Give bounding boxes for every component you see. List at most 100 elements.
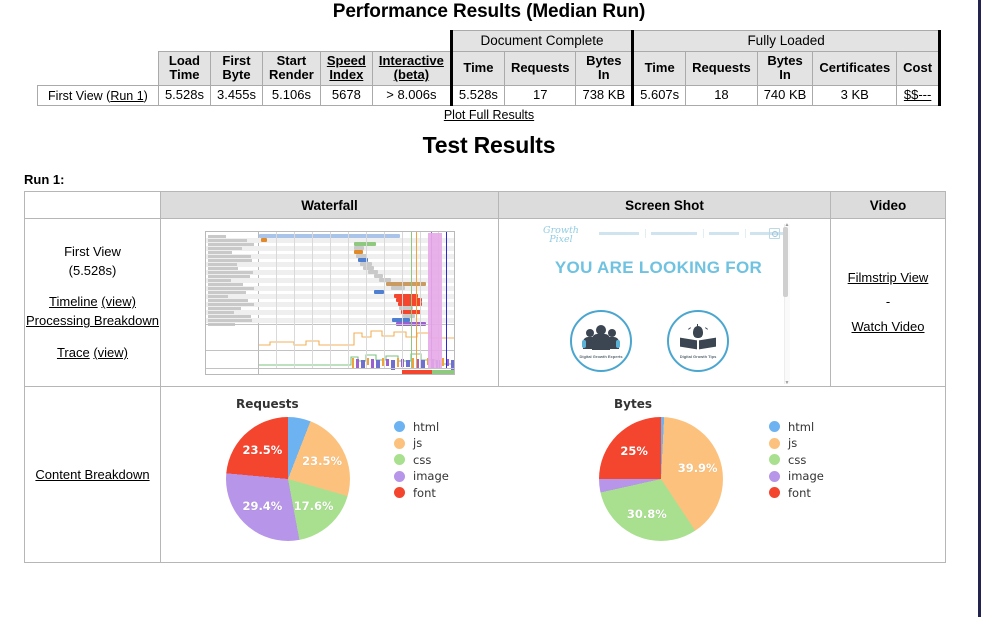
col-fl-bytes-in-l2: In	[779, 67, 791, 83]
row-label-run-link[interactable]: Run 1	[110, 89, 143, 103]
nav-divider-2	[703, 229, 704, 239]
col-start-render-l1: Start	[276, 52, 307, 68]
legend-item[interactable]: css	[394, 451, 449, 468]
timeline-view-link[interactable]: (view)	[101, 294, 136, 309]
legend-label: image	[788, 469, 824, 484]
col-first-byte: First Byte	[209, 50, 264, 87]
screenshot-scrollbar[interactable]	[783, 224, 790, 385]
legend-label: font	[413, 485, 436, 500]
col-fl-bytes-in-l1: Bytes	[767, 52, 803, 68]
screenshot-thumbnail[interactable]: Growth Pixel YOU ARE LOOKING FOR Digital…	[537, 222, 792, 387]
col-start-render-l2: Render	[269, 67, 314, 83]
blank-corner-2	[37, 51, 159, 86]
performance-results-table: Document Complete Fully Loaded Load Time…	[36, 30, 942, 107]
site-logo: Growth Pixel	[543, 226, 579, 245]
first-view-time: (5.528s)	[68, 262, 117, 278]
waterfall-gridline	[275, 231, 277, 368]
waterfall-activity-tick	[360, 359, 365, 368]
filmstrip-view-link[interactable]: Filmstrip View	[848, 270, 929, 285]
legend-item[interactable]: html	[769, 418, 824, 435]
nav-divider-1	[645, 229, 646, 239]
legend-item[interactable]: css	[769, 451, 824, 468]
waterfall-gridline	[329, 231, 331, 368]
trace-link[interactable]: Trace	[57, 345, 90, 360]
content-breakdown-row: Content Breakdown Requests 23.5% 17.6% 2…	[24, 386, 946, 564]
legend-item[interactable]: js	[769, 435, 824, 452]
requests-pie-title: Requests	[236, 397, 299, 412]
waterfall-highlight-band	[427, 232, 442, 368]
waterfall-activity-tick	[355, 358, 359, 368]
scrollbar-thumb[interactable]	[783, 227, 788, 298]
run-label: Run 1:	[24, 172, 65, 188]
col-speed-index-l2[interactable]: Index	[329, 67, 363, 82]
trace-view-link[interactable]: (view)	[93, 345, 128, 360]
nav-item-3	[709, 232, 739, 236]
waterfall-footer-green	[431, 369, 454, 374]
legend-item[interactable]: image	[769, 468, 824, 485]
col-interactive-l2[interactable]: (beta)	[394, 67, 429, 82]
bytes-slice-label-js: 39.9%	[677, 461, 718, 476]
plot-full-results-wrap: Plot Full Results	[29, 106, 949, 122]
cell-interactive: > 8.006s	[371, 85, 452, 107]
col-interactive-l1[interactable]: Interactive	[379, 53, 444, 68]
requests-slice-label-font: 23.5%	[242, 443, 283, 458]
plot-full-results-link[interactable]: Plot Full Results	[444, 108, 534, 122]
col-dc-bytes-in: Bytes In	[575, 50, 634, 87]
col-speed-index-l1[interactable]: Speed	[327, 53, 366, 68]
table-group-header-row: Document Complete Fully Loaded	[37, 30, 942, 52]
processing-breakdown-row: Processing Breakdown	[25, 312, 160, 331]
legend-item[interactable]: image	[394, 468, 449, 485]
waterfall-footer-red	[401, 369, 432, 374]
cell-dc-bytes-in: 738 KB	[575, 85, 634, 107]
pie-charts-container: Requests 23.5% 17.6% 29.4% 23.5% html js c…	[161, 387, 945, 562]
scroll-down-arrow[interactable]: ▼	[785, 380, 790, 386]
legend-color-dot	[769, 437, 780, 449]
content-breakdown-label-cell: Content Breakdown	[24, 386, 161, 564]
cell-load-time: 5.528s	[157, 85, 211, 107]
legend-item[interactable]: font	[769, 484, 824, 501]
waterfall-event-line	[415, 231, 417, 368]
waterfall-event-line	[410, 231, 412, 368]
legend-label: html	[788, 419, 815, 434]
content-breakdown-link[interactable]: Content Breakdown	[35, 467, 149, 482]
requests-slice-label-css: 17.6%	[293, 499, 334, 514]
nav-item-1	[599, 232, 639, 236]
table-column-header-row: Load Time First Byte Start Render Speed …	[37, 50, 942, 87]
legend-color-dot	[769, 454, 780, 466]
nav-item-2	[651, 232, 697, 236]
legend-item[interactable]: font	[394, 484, 449, 501]
bytes-pie-chart	[599, 417, 723, 542]
scroll-up-arrow[interactable]: ▲	[785, 222, 790, 228]
watch-video-link[interactable]: Watch Video	[852, 319, 925, 334]
screenshot-cell[interactable]: Growth Pixel YOU ARE LOOKING FOR Digital…	[498, 218, 831, 388]
col-fl-time: Time	[631, 50, 687, 87]
legend-item[interactable]: html	[394, 418, 449, 435]
requests-slice-label-js: 23.5%	[302, 454, 342, 469]
feature-circle-right: Digital Growth Tips	[667, 310, 729, 373]
first-view-info-cell: First View (5.528s) Timeline (view) Proc…	[24, 218, 161, 388]
waterfall-thumbnail[interactable]	[204, 230, 455, 375]
timeline-link[interactable]: Timeline	[49, 294, 98, 309]
results-header-video: Video	[830, 191, 946, 220]
waterfall-gridline	[401, 231, 403, 368]
cell-fl-requests: 18	[685, 85, 758, 107]
search-icon[interactable]	[769, 228, 780, 240]
waterfall-divider-3	[205, 367, 454, 369]
waterfall-cell[interactable]	[160, 218, 499, 388]
col-load-time-l1: Load	[168, 52, 200, 68]
people-icon	[582, 324, 620, 351]
cost-link[interactable]: $$---	[904, 87, 931, 102]
col-cost: Cost	[896, 50, 942, 87]
col-interactive[interactable]: Interactive (beta)	[371, 50, 452, 87]
col-certificates: Certificates	[812, 50, 898, 87]
cell-cost[interactable]: $$---	[896, 85, 942, 107]
waterfall-activity-tick	[385, 358, 389, 366]
row-label-prefix: First View (	[48, 88, 111, 103]
col-start-render: Start Render	[262, 50, 321, 87]
legend-label: html	[413, 419, 440, 434]
col-load-time: Load Time	[157, 50, 211, 87]
col-speed-index[interactable]: Speed Index	[319, 50, 373, 87]
processing-breakdown-link[interactable]: Processing Breakdown	[26, 313, 159, 328]
legend-item[interactable]: js	[394, 435, 449, 452]
col-fl-requests: Requests	[685, 50, 758, 87]
